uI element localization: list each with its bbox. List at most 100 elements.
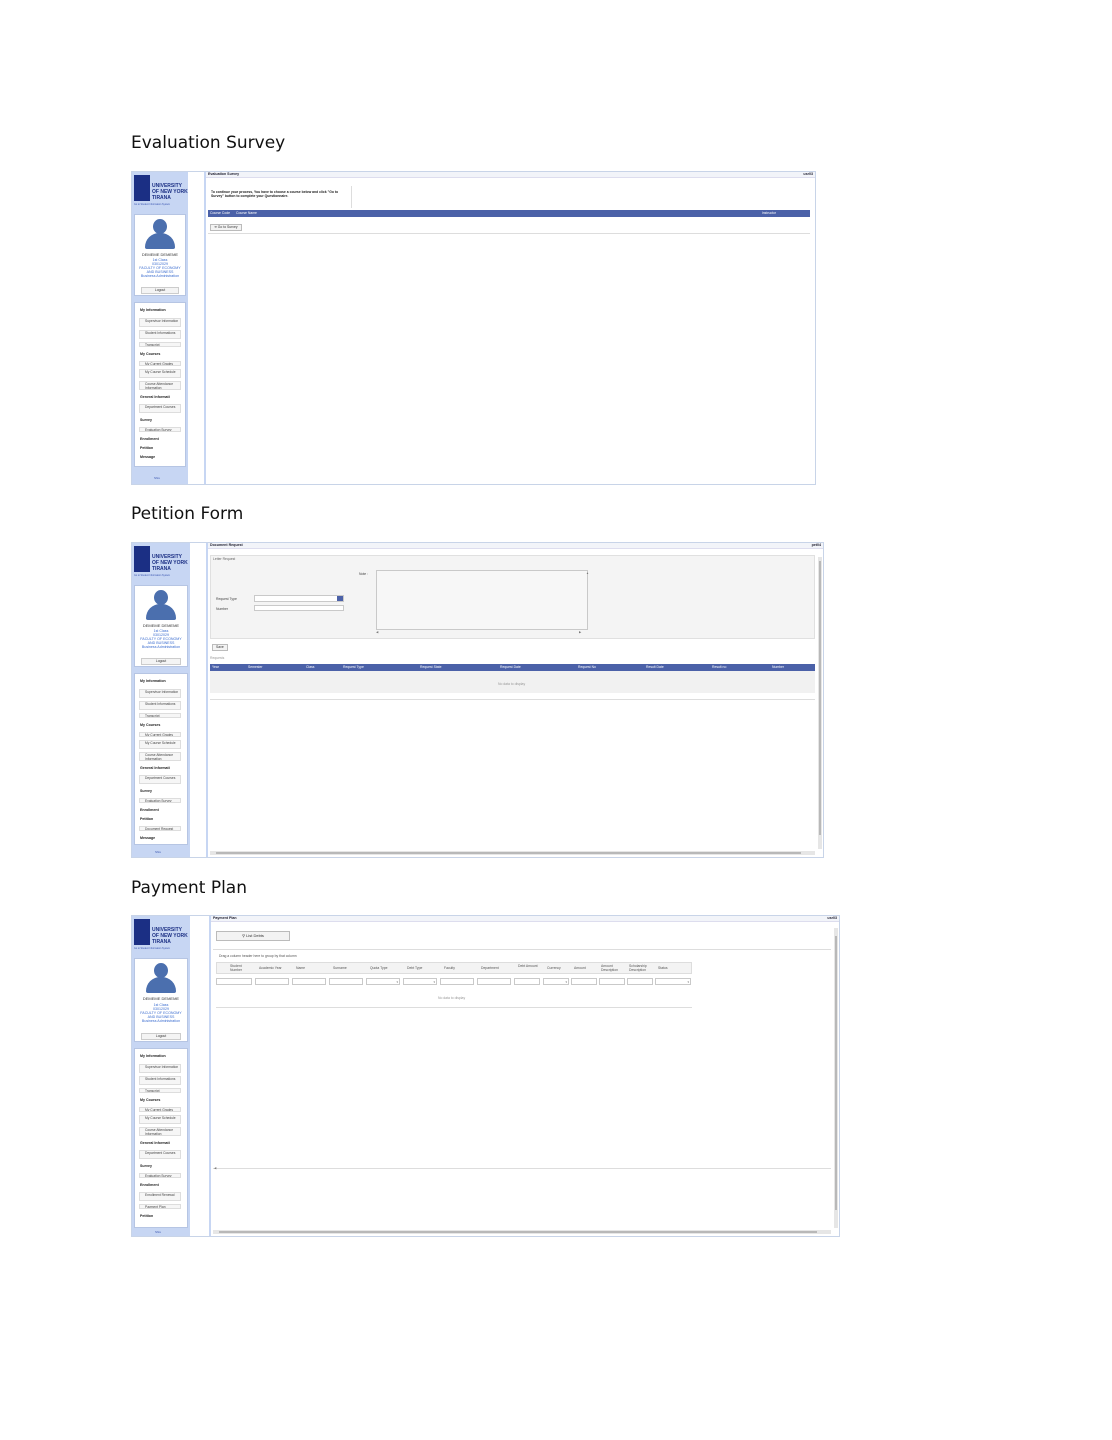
menu-item-transcript[interactable]: Transcript [139,713,181,718]
column-status[interactable]: Status [658,966,668,970]
column-currency[interactable]: Currency [547,966,561,970]
filter-status[interactable]: ▾ [655,978,691,985]
menu-group-general-information[interactable]: General Informati [140,1141,170,1145]
filter-student-number[interactable] [216,978,252,985]
column-debt-type[interactable]: Debt Type [407,966,422,970]
column-request-state[interactable]: Request State [420,665,442,669]
menu-item-department-courses[interactable]: Department Courses [139,775,181,784]
menu-item-my-current-grades[interactable]: My Current Grades [139,361,181,366]
number-input[interactable] [254,605,344,611]
filter-currency[interactable]: ▾ [543,978,569,985]
menu-item-department-courses[interactable]: Department Courses [139,1150,181,1159]
column-number[interactable]: Number [772,665,784,669]
horizontal-scrollbar[interactable] [213,1230,831,1234]
filter-department[interactable] [477,978,511,985]
column-course-name[interactable]: Course Name [236,211,257,215]
menu-group-general-information[interactable]: General Informati [140,395,170,399]
column-academic-year[interactable]: Academic Year [259,966,282,970]
logout-button[interactable]: Logout [141,1033,181,1040]
column-request-type[interactable]: Request Type [343,665,364,669]
column-request-date[interactable]: Request Date [500,665,521,669]
scroll-left-icon[interactable]: ◀ [214,1166,216,1170]
menu-item-student-informations[interactable]: Student Informations [139,1076,181,1085]
filter-faculty[interactable] [440,978,474,985]
menu-item-my-course-schedule[interactable]: My Course Schedule [139,1115,181,1124]
column-quota-type[interactable]: Quota Type [370,966,387,970]
menu-item-transcript[interactable]: Transcript [139,342,181,347]
menu-item-course-attendance[interactable]: Course Attendance Information [139,1127,181,1136]
list-debts-button[interactable]: ⚲ List Debts [216,931,290,941]
note-textarea[interactable] [376,570,588,630]
column-name[interactable]: Name [296,966,305,970]
column-department[interactable]: Department [481,966,499,970]
menu-item-supervisor-information[interactable]: Supervisor Information [139,1064,181,1073]
column-result-date[interactable]: Result Date [646,665,664,669]
menu-group-petition[interactable]: Petition [140,1214,153,1218]
column-amount-description[interactable]: Amount Description [601,964,627,972]
menu-item-enrollment-renewal[interactable]: Enrollment Renewal [139,1192,181,1201]
menu-item-supervisor-information[interactable]: Supervisor Information [139,318,181,327]
column-amount[interactable]: Amount [574,966,586,970]
menu-group-message[interactable]: Message [140,836,155,840]
filter-scholarship-description[interactable] [627,978,653,985]
menu-item-my-course-schedule[interactable]: My Course Schedule [139,369,181,378]
request-type-select[interactable] [254,595,344,602]
column-instructor[interactable]: Instructor [762,211,776,215]
column-course-code[interactable]: Course Code [210,211,230,215]
menu-group-petition[interactable]: Petition [140,817,153,821]
sis-link[interactable]: Go to Student Information System [134,574,170,577]
menu-item-student-informations[interactable]: Student Informations [139,701,181,710]
menu-item-evaluation-survey[interactable]: Evaluation Survey [139,1173,181,1178]
horizontal-scrollbar[interactable] [210,851,815,855]
menu-item-department-courses[interactable]: Department Courses [139,404,181,413]
vertical-scrollbar[interactable] [818,557,822,849]
sis-link[interactable]: Go to Student Information System [134,203,170,206]
menu-group-my-information[interactable]: My Information [140,308,166,312]
menu-item-payment-plan[interactable]: Payment Plan [139,1204,181,1209]
menu-group-message[interactable]: Message [140,455,155,459]
save-button[interactable]: Save [212,644,228,651]
menu-item-my-current-grades[interactable]: My Current Grades [139,1107,181,1112]
filter-amount-description[interactable] [599,978,625,985]
filter-academic-year[interactable] [255,978,289,985]
go-to-survey-button[interactable]: ➜ Go to Survey [210,224,242,231]
column-surname[interactable]: Surname [333,966,347,970]
filter-debt-amount[interactable] [514,978,540,985]
scroll-up-icon[interactable]: ▲ [586,571,589,575]
scroll-left-icon[interactable]: ◀ [376,630,378,634]
column-semester[interactable]: Semester [248,665,263,669]
menu-group-my-courses[interactable]: My Courses [140,352,160,356]
column-class[interactable]: Class [306,665,314,669]
filter-name[interactable] [292,978,326,985]
menu-item-evaluation-survey[interactable]: Evaluation Survey [139,427,181,432]
menu-item-evaluation-survey[interactable]: Evaluation Survey [139,798,181,803]
menu-group-survey[interactable]: Survey [140,1164,152,1168]
menu-item-course-attendance[interactable]: Course Attendance Information [139,752,181,761]
sis-link[interactable]: Go to Student Information System [134,947,170,950]
column-result-no[interactable]: Result no [712,665,726,669]
menu-group-survey[interactable]: Survey [140,789,152,793]
menu-item-student-informations[interactable]: Student Informations [139,330,181,339]
logout-button[interactable]: Logout [141,287,179,294]
menu-group-general-information[interactable]: General Informati [140,766,170,770]
filter-quota-type[interactable]: ▾ [366,978,400,985]
filter-debt-type[interactable]: ▾ [403,978,437,985]
column-faculty[interactable]: Faculty [444,966,455,970]
menu-group-my-courses[interactable]: My Courses [140,723,160,727]
menu-item-my-course-schedule[interactable]: My Course Schedule [139,740,181,749]
menu-group-enrollment[interactable]: Enrollment [140,437,159,441]
scroll-right-icon[interactable]: ▶ [579,630,581,634]
logout-button[interactable]: Logout [141,658,181,665]
menu-item-course-attendance[interactable]: Course Attendance Information [139,381,181,390]
column-debt-amount[interactable]: Debt Amount [518,964,544,968]
menu-group-my-information[interactable]: My Information [140,1054,166,1058]
menu-group-my-courses[interactable]: My Courses [140,1098,160,1102]
column-scholarship-description[interactable]: Scholarship Description [629,964,655,972]
menu-item-my-current-grades[interactable]: My Current Grades [139,732,181,737]
menu-group-enrollment[interactable]: Enrollment [140,1183,159,1187]
column-student-number[interactable]: Student Number [230,964,254,972]
menu-item-supervisor-information[interactable]: Supervisor Information [139,689,181,698]
menu-group-my-information[interactable]: My Information [140,679,166,683]
column-request-no[interactable]: Request No [578,665,596,669]
column-year[interactable]: Year [212,665,219,669]
